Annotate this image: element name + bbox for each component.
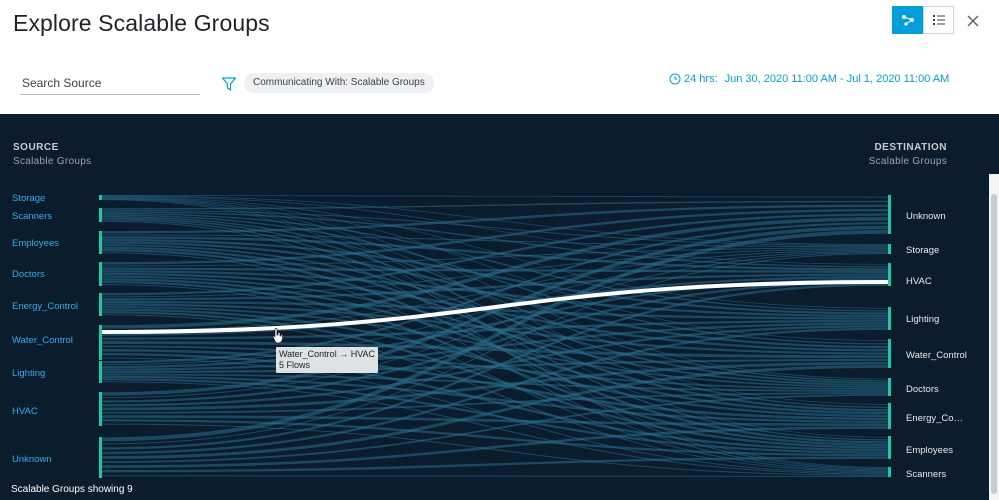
source-node-storage[interactable]: Storage: [12, 193, 45, 204]
time-range-selector[interactable]: 24 hrs: Jun 30, 2020 11:00 AM - Jul 1, 2…: [669, 73, 949, 85]
table-view-icon: [932, 15, 945, 25]
scrollbar[interactable]: [989, 174, 999, 500]
destination-subtitle: Scalable Groups: [868, 156, 947, 167]
flow-tooltip: Water_Control → HVAC 5 Flows: [276, 347, 379, 373]
destination-node-storage[interactable]: Storage: [906, 245, 939, 256]
graph-view-icon: [901, 15, 914, 26]
destination-node-bar[interactable]: [888, 195, 891, 234]
search-source-field: [20, 74, 200, 95]
destination-node-employees[interactable]: Employees: [906, 445, 953, 456]
source-node-employees[interactable]: Employees: [12, 238, 59, 249]
graph-view-button[interactable]: [892, 6, 923, 34]
tooltip-route: Water_Control → HVAC: [279, 349, 376, 359]
destination-title: DESTINATION: [874, 142, 947, 153]
groups-count-status: Scalable Groups showing 9: [11, 484, 133, 495]
destination-node-bar[interactable]: [888, 378, 891, 396]
destination-node-bar[interactable]: [888, 436, 891, 459]
destination-node-doctors[interactable]: Doctors: [906, 384, 939, 395]
source-node-bar[interactable]: [99, 361, 102, 383]
source-node-lighting[interactable]: Lighting: [12, 368, 45, 379]
destination-node-bar[interactable]: [888, 467, 891, 477]
source-node-bar[interactable]: [99, 208, 102, 222]
source-node-doctors[interactable]: Doctors: [12, 269, 45, 280]
source-node-water-control[interactable]: Water_Control: [12, 335, 73, 346]
time-range-value: Jun 30, 2020 11:00 AM - Jul 1, 2020 11:0…: [724, 73, 950, 85]
flow-link[interactable]: [101, 194, 890, 198]
source-node-bar[interactable]: [99, 392, 102, 426]
time-range-prefix: 24 hrs:: [684, 73, 718, 85]
source-node-unknown[interactable]: Unknown: [12, 454, 52, 465]
flow-link[interactable]: [101, 475, 890, 477]
destination-node-lighting[interactable]: Lighting: [906, 314, 939, 325]
sankey-diagram: SOURCE Scalable Groups DESTINATION Scala…: [0, 114, 999, 500]
destination-node-hvac[interactable]: HVAC: [906, 276, 932, 287]
search-input[interactable]: [20, 74, 200, 92]
flow-links: [99, 194, 891, 478]
scrollbar-thumb[interactable]: [991, 194, 997, 494]
destination-node-energy-control[interactable]: Energy_Control: [906, 413, 968, 424]
table-view-button[interactable]: [923, 6, 954, 34]
destination-node-bar[interactable]: [888, 403, 891, 429]
source-column-header: SOURCE Scalable Groups: [13, 142, 91, 167]
close-icon: [967, 15, 979, 27]
source-node-bar[interactable]: [99, 195, 102, 200]
destination-node-bar[interactable]: [888, 244, 891, 254]
source-node-bar[interactable]: [99, 231, 102, 254]
filter-button[interactable]: [221, 76, 237, 92]
source-node-scanners[interactable]: Scanners: [12, 211, 52, 222]
dialog-header: Explore Scalable Groups Search Source Co…: [0, 0, 999, 114]
source-node-bar[interactable]: [99, 437, 102, 478]
communicating-with-chip[interactable]: Communicating With: Scalable Groups: [244, 73, 434, 93]
source-node-bar[interactable]: [99, 293, 102, 316]
source-node-energy-control[interactable]: Energy_Control: [12, 301, 78, 312]
page-title: Explore Scalable Groups: [13, 10, 270, 36]
source-title: SOURCE: [13, 142, 59, 153]
destination-node-bar[interactable]: [888, 307, 891, 330]
filter-icon: [221, 77, 237, 91]
hand-cursor-icon: [272, 328, 283, 344]
source-subtitle: Scalable Groups: [13, 156, 92, 167]
destination-node-scanners[interactable]: Scanners: [906, 469, 946, 480]
view-toggle: [892, 6, 954, 34]
destination-node-bar[interactable]: [888, 263, 891, 286]
clock-icon: [669, 73, 681, 85]
source-node-bar[interactable]: [99, 262, 102, 286]
tooltip-flow-count: 5 Flows: [279, 360, 311, 370]
destination-node-bar[interactable]: [888, 339, 891, 368]
close-button[interactable]: [964, 12, 982, 30]
source-node-bar[interactable]: [99, 325, 102, 360]
destination-column-header: DESTINATION Scalable Groups: [869, 142, 947, 167]
destination-node-water-control[interactable]: Water_Control: [906, 350, 967, 361]
source-node-hvac[interactable]: HVAC: [12, 406, 38, 417]
destination-node-unknown[interactable]: Unknown: [906, 211, 946, 222]
